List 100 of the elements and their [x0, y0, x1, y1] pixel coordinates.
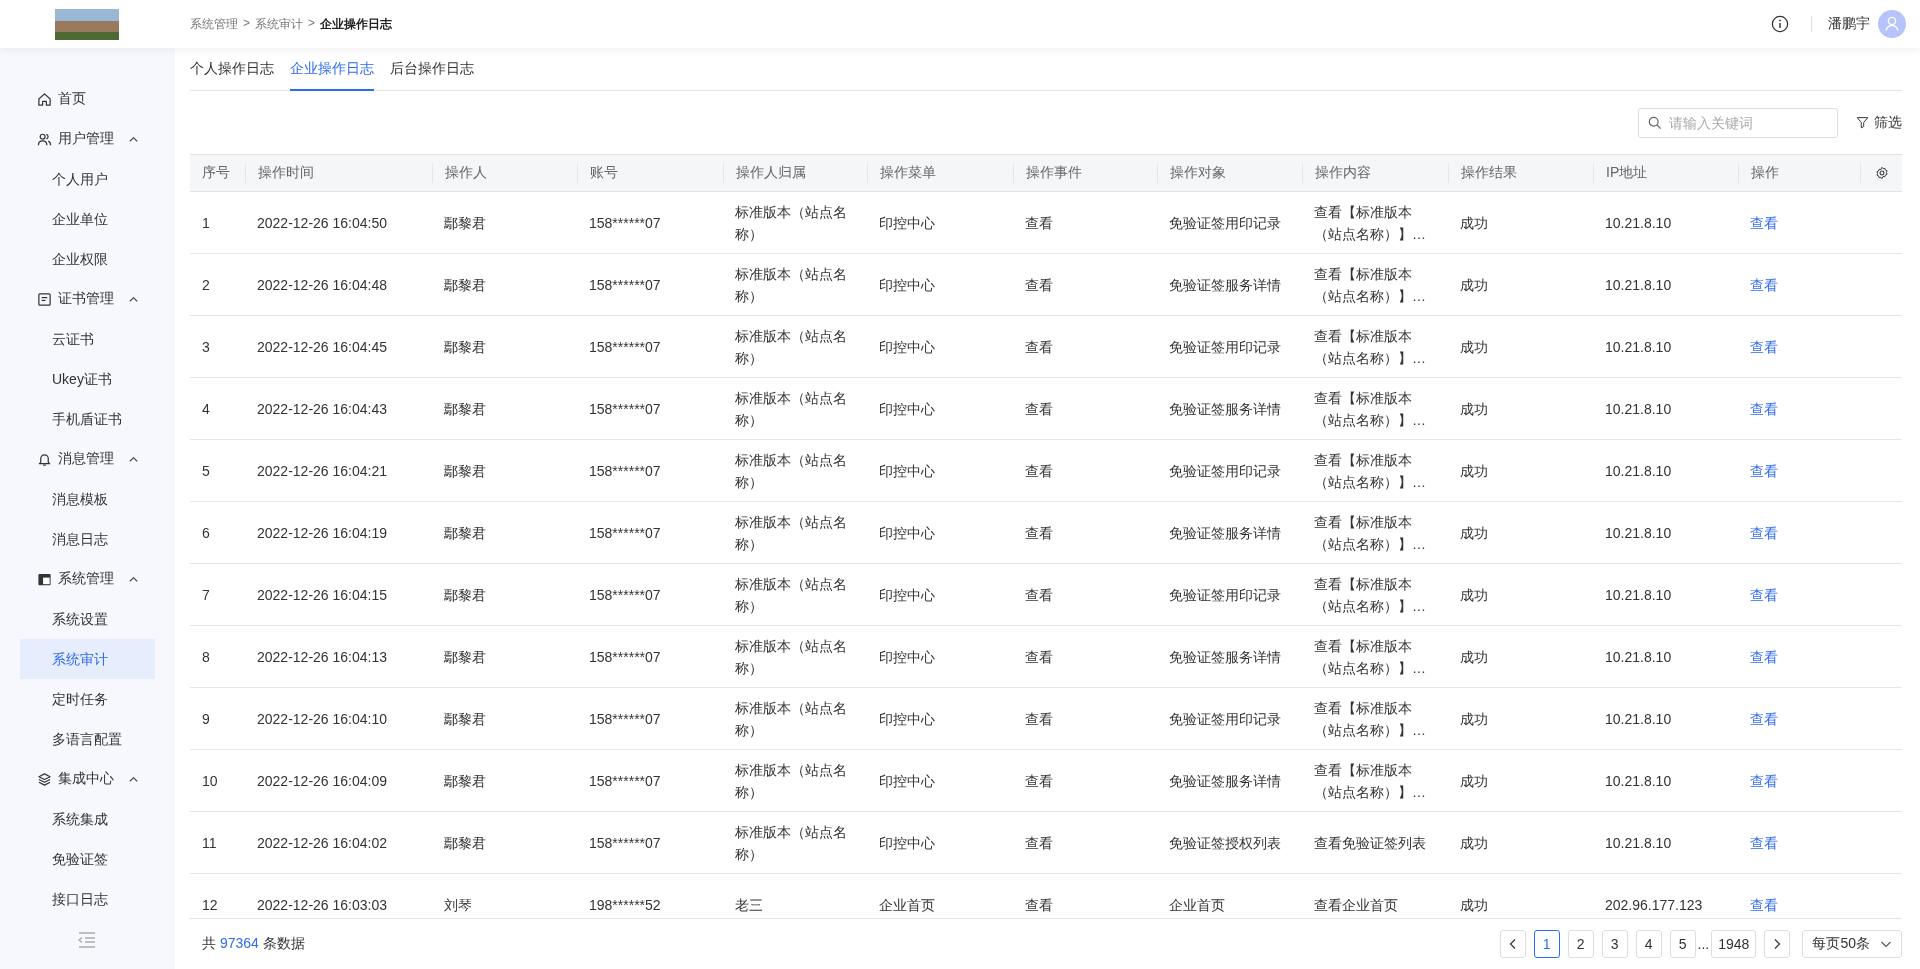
sidebar-group[interactable]: 集成中心 — [0, 759, 175, 799]
table-cell-text: 查看 — [1024, 833, 1054, 853]
table-cell-text: 12 — [201, 895, 219, 915]
filter-button[interactable]: 筛选 — [1856, 113, 1902, 132]
table-cell-text: 标准版本（站点名称） — [734, 202, 848, 244]
table-cell-text: 印控中心 — [878, 833, 936, 853]
sidebar-item[interactable]: 消息模板 — [20, 479, 155, 519]
view-link[interactable]: 查看 — [1750, 521, 1778, 544]
table-cell-text: 查看【标准版本（站点名称）】… — [1313, 698, 1427, 740]
sidebar-item[interactable]: 接口日志 — [20, 879, 155, 919]
sidebar-item[interactable]: 云证书 — [20, 319, 155, 359]
breadcrumb-item: 企业操作日志 — [320, 15, 393, 33]
table-cell-text: 查看【标准版本（站点名称）】… — [1313, 760, 1427, 802]
view-link[interactable]: 查看 — [1750, 459, 1778, 482]
column-header: 操作事件 — [1013, 163, 1157, 183]
table-cell-text: 免验证签用印记录 — [1168, 709, 1282, 729]
tab[interactable]: 后台操作日志 — [390, 48, 474, 91]
table-cell-text: 标准版本（站点名称） — [734, 636, 848, 678]
page-button[interactable]: 3 — [1601, 930, 1628, 958]
page-button[interactable]: 5 — [1669, 930, 1696, 958]
table-cell-text: 免验证签用印记录 — [1168, 337, 1282, 357]
table-cell-text: 查看 — [1024, 461, 1054, 481]
page-button[interactable]: 1 — [1533, 930, 1560, 958]
table-cell-text: 免验证签用印记录 — [1168, 585, 1282, 605]
previous-page-button[interactable] — [1499, 930, 1526, 958]
sidebar-item[interactable]: 消息日志 — [20, 519, 155, 559]
sidebar-group[interactable]: 用户管理 — [0, 119, 175, 159]
tab[interactable]: 个人操作日志 — [190, 48, 274, 91]
view-link[interactable]: 查看 — [1750, 273, 1778, 296]
view-link[interactable]: 查看 — [1750, 583, 1778, 606]
table-cell-text: 鄢黎君 — [443, 213, 487, 233]
table-cell-text: 印控中心 — [878, 771, 936, 791]
next-page-button[interactable] — [1764, 930, 1791, 958]
sidebar-item[interactable]: 系统审计 — [20, 639, 155, 679]
page-size-dropdown[interactable]: 每页50条 — [1802, 930, 1902, 958]
certificate-icon — [37, 291, 52, 307]
table-cell-text: 10.21.8.10 — [1604, 771, 1673, 791]
sidebar-group[interactable]: 证书管理 — [0, 279, 175, 319]
table-cell-text: 198******52 — [588, 895, 662, 915]
sidebar-item[interactable]: 多语言配置 — [20, 719, 155, 759]
view-link[interactable]: 查看 — [1750, 893, 1778, 916]
table-cell-text: 印控中心 — [878, 647, 936, 667]
table-cell-text: 10.21.8.10 — [1604, 585, 1673, 605]
sidebar-item[interactable]: 系统集成 — [20, 799, 155, 839]
sidebar-item[interactable]: 手机盾证书 — [20, 399, 155, 439]
breadcrumb-item[interactable]: 系统审计 — [255, 15, 303, 33]
sidebar-item[interactable]: 企业权限 — [20, 239, 155, 279]
sidebar-item[interactable]: 定时任务 — [20, 679, 155, 719]
table-cell-text: 成功 — [1459, 337, 1489, 357]
breadcrumb-item[interactable]: 系统管理 — [190, 15, 238, 33]
table-cell-text: 查看 — [1024, 275, 1054, 295]
table-cell-text: 标准版本（站点名称） — [734, 698, 848, 740]
table-cell-text: 2022-12-26 16:04:19 — [256, 523, 388, 543]
column-header: 操作 — [1738, 163, 1860, 183]
column-header: 操作时间 — [245, 163, 432, 183]
view-link[interactable]: 查看 — [1750, 335, 1778, 358]
sidebar-item[interactable]: 个人用户 — [20, 159, 155, 199]
sidebar-group[interactable]: 消息管理 — [0, 439, 175, 479]
table-cell-text: 查看 — [1024, 337, 1054, 357]
table-cell-text: 免验证签服务详情 — [1168, 275, 1282, 295]
tab[interactable]: 企业操作日志 — [290, 48, 374, 91]
view-link[interactable]: 查看 — [1750, 831, 1778, 854]
sidebar-group[interactable]: 首页 — [0, 79, 175, 119]
table-cell-text: 2022-12-26 16:03:03 — [256, 895, 388, 915]
sidebar-item[interactable]: 系统设置 — [20, 599, 155, 639]
table-cell-text: 8 — [201, 647, 211, 667]
page-button[interactable]: 4 — [1635, 930, 1662, 958]
search-field[interactable]: 请输入关键词 — [1638, 107, 1838, 138]
table-cell-text: 查看 — [1024, 771, 1054, 791]
table-cell-text: 标准版本（站点名称） — [734, 512, 848, 554]
table-cell-text: 查看【标准版本（站点名称）】… — [1313, 636, 1427, 678]
user-name[interactable]: 潘鹏宇 — [1828, 15, 1870, 33]
view-link[interactable]: 查看 — [1750, 211, 1778, 234]
page-button[interactable]: 1948 — [1711, 930, 1757, 958]
table-cell-text: 10.21.8.10 — [1604, 523, 1673, 543]
sidebar-item[interactable]: Ukey证书 — [20, 359, 155, 399]
page-button[interactable]: 2 — [1567, 930, 1594, 958]
table-cell-text: 鄢黎君 — [443, 523, 487, 543]
settings-icon[interactable] — [1874, 166, 1889, 180]
view-link[interactable]: 查看 — [1750, 707, 1778, 730]
sidebar-item[interactable]: 免验证签 — [20, 839, 155, 879]
table-cell-text: 158******07 — [588, 399, 662, 419]
view-link[interactable]: 查看 — [1750, 769, 1778, 792]
sidebar-group[interactable]: 系统管理 — [0, 559, 175, 599]
table-cell-text: 免验证签授权列表 — [1168, 833, 1282, 853]
info-icon[interactable] — [1771, 15, 1789, 33]
view-link[interactable]: 查看 — [1750, 645, 1778, 668]
table-cell-text: 查看免验证签列表 — [1313, 833, 1427, 853]
table-cell-text: 查看【标准版本（站点名称）】… — [1313, 326, 1427, 368]
table-cell-text: 标准版本（站点名称） — [734, 574, 848, 616]
table-cell-text: 158******07 — [588, 833, 662, 853]
table-cell-text: 成功 — [1459, 833, 1489, 853]
table-cell-text: 查看 — [1024, 213, 1054, 233]
table-cell-text: 202.96.177.123 — [1604, 895, 1704, 915]
table-cell-text: 查看【标准版本（站点名称）】… — [1313, 202, 1427, 244]
table-cell-text: 9 — [201, 709, 211, 729]
sidebar-item[interactable]: 企业单位 — [20, 199, 155, 239]
table-cell-text: 成功 — [1459, 213, 1489, 233]
view-link[interactable]: 查看 — [1750, 397, 1778, 420]
table-cell-text: 免验证签服务详情 — [1168, 647, 1282, 667]
